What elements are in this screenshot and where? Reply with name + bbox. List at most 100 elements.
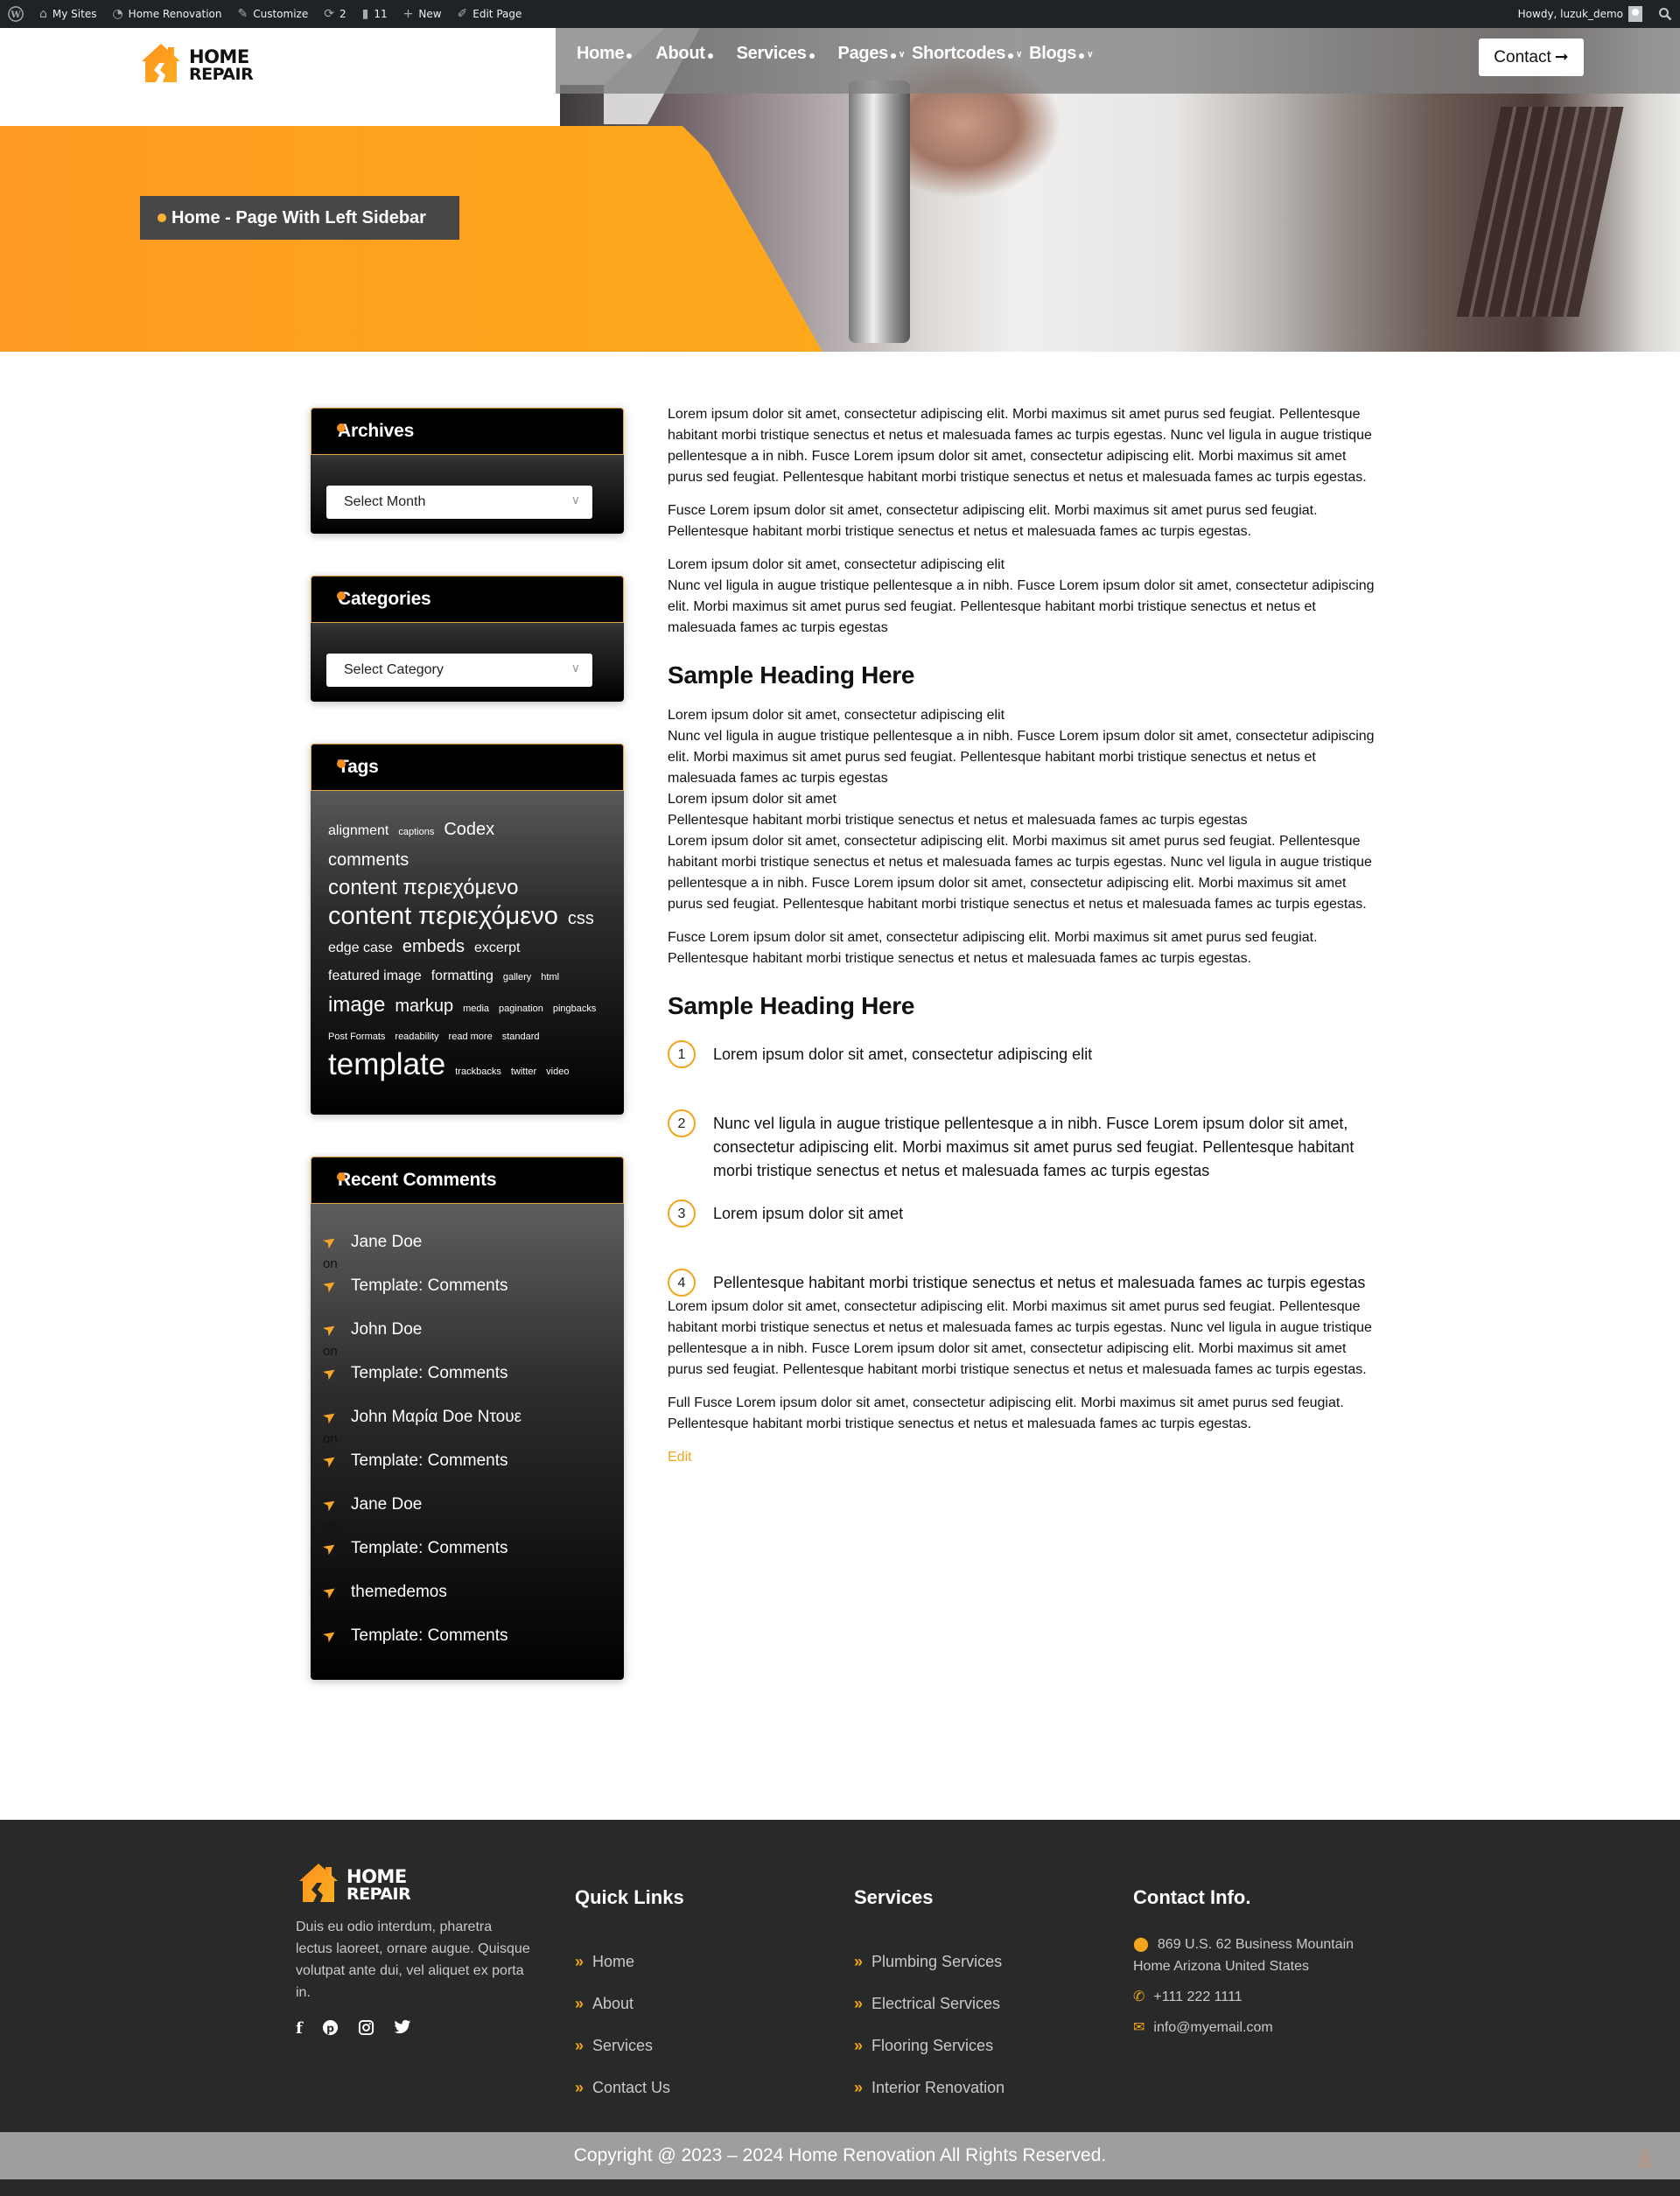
bullet-icon [337, 1172, 346, 1181]
footer-link-interior[interactable]: » Interior Renovation [854, 2067, 1004, 2109]
wordpress-icon: W [8, 6, 24, 22]
contact-phone[interactable]: ✆ +111 222 1111 [1133, 1986, 1378, 2008]
tag-link[interactable]: trackbacks [455, 1058, 501, 1086]
my-sites-menu[interactable]: ⌂ My Sites [32, 0, 104, 28]
paper-plane-icon: ➤ [318, 1405, 340, 1428]
footer-link-home[interactable]: » Home [575, 1941, 684, 1983]
categories-select[interactable]: Select Category ∨ [326, 654, 592, 687]
edit-page-label: Edit Page [472, 8, 522, 20]
paragraph-line: Lorem ipsum dolor sit amet [668, 792, 836, 807]
house-logo-icon [296, 1862, 341, 1908]
tag-link[interactable]: excerpt [474, 934, 520, 962]
nav-services[interactable]: Services [737, 44, 815, 64]
admin-search-button[interactable] [1650, 0, 1680, 28]
footer-link-electrical[interactable]: » Electrical Services [854, 1983, 1004, 2025]
nav-pages[interactable]: Pages ∨ [838, 44, 906, 64]
footer-quick-links: Quick Links » Home » About » Services » Cont… [575, 1886, 684, 2109]
site-name-menu[interactable]: ◔ Home Renovation [104, 0, 229, 28]
footer-link-services[interactable]: » Services [575, 2025, 684, 2067]
nav-home[interactable]: Home [577, 44, 633, 64]
tag-link[interactable]: css [568, 905, 594, 933]
contact-address: ⬤ 869 U.S. 62 Business Mountain Home Ariz… [1133, 1934, 1378, 1977]
list-item: 3 Lorem ipsum dolor sit amet [668, 1199, 1376, 1227]
comment-author-link[interactable]: ➤ John Μαρία Doe Ντουε [318, 1405, 624, 1429]
nav-about[interactable]: About [655, 44, 713, 64]
widget-title: Categories [338, 589, 431, 609]
tag-link[interactable]: embeds [402, 933, 465, 961]
comment-author-link[interactable]: ➤ John Doe [319, 1318, 624, 1341]
wp-logo-button[interactable]: W [0, 0, 32, 28]
comment-post-link[interactable]: ➤ Template: Comments [319, 1361, 624, 1385]
contact-email[interactable]: ✉ info@myemail.com [1133, 2017, 1378, 2039]
footer-link-flooring[interactable]: » Flooring Services [854, 2025, 1004, 2067]
search-icon [1658, 7, 1672, 21]
paper-plane-icon: ➤ [318, 1624, 340, 1647]
contact-button[interactable]: Contact ➞ [1479, 38, 1584, 76]
footer-logo[interactable]: HOME REPAIR [296, 1862, 411, 1908]
comment-author-link[interactable]: ➤ Jane Doe [319, 1493, 624, 1516]
tag-link[interactable]: pagination [499, 995, 543, 1023]
paper-plane-icon: ➤ [318, 1536, 340, 1559]
comment-post-link[interactable]: ➤ Template: Comments [319, 1274, 624, 1297]
map-pin-icon: ⬤ [1133, 1937, 1149, 1952]
site-logo[interactable]: HOME REPAIR [138, 42, 254, 88]
paragraph: Lorem ipsum dolor sit amet, consectetur … [668, 1299, 1372, 1377]
tag-link[interactable]: pingbacks [553, 995, 597, 1023]
tag-link[interactable]: read more [449, 1023, 493, 1051]
nav-shortcodes[interactable]: Shortcodes ∨ [912, 44, 1022, 64]
paragraph-line: Nunc vel ligula in augue tristique pelle… [668, 578, 1375, 635]
tag-link[interactable]: content περιεχόμενο [328, 874, 519, 902]
tag-link[interactable]: standard [502, 1023, 540, 1051]
tag-link[interactable]: markup [395, 992, 453, 1020]
tag-link[interactable]: video [546, 1058, 569, 1086]
comment-author-link[interactable]: ➤ themedemos [318, 1580, 624, 1604]
tag-link[interactable]: formatting [431, 962, 494, 990]
comment-author-link[interactable]: ➤ Jane Doe [319, 1230, 624, 1254]
tag-link[interactable]: Codex [444, 815, 494, 843]
breadcrumb: Home - Page With Left Sidebar [140, 196, 459, 240]
tag-link[interactable]: content περιεχόμενο [328, 902, 558, 930]
edit-page-link[interactable]: ✐ Edit Page [450, 0, 530, 28]
tag-link[interactable]: edge case [328, 934, 393, 962]
address-text: 869 U.S. 62 Business Mountain Home Arizo… [1133, 1937, 1354, 1974]
my-account-menu[interactable]: Howdy, luzuk_demo [1510, 0, 1650, 28]
list-number-badge: 2 [668, 1109, 696, 1137]
footer-link-about[interactable]: » About [575, 1983, 684, 2025]
instagram-icon[interactable] [358, 2019, 374, 2040]
updates-link[interactable]: ⟳ 2 [316, 0, 354, 28]
comment-post-link[interactable]: ➤ Template: Comments [318, 1624, 624, 1647]
footer-bottom-strip [0, 2179, 1680, 2196]
comments-link[interactable]: ▮ 11 [354, 0, 396, 28]
list-item: 4 Pellentesque habitant morbi tristique … [668, 1269, 1376, 1297]
facebook-icon[interactable]: f [296, 2019, 303, 2040]
tag-link[interactable]: comments [328, 846, 409, 874]
footer-link-contact-us[interactable]: » Contact Us [575, 2067, 684, 2109]
scroll-to-top-button[interactable] [1636, 2144, 1654, 2168]
widget-title: Recent Comments [338, 1170, 497, 1190]
tag-link[interactable]: gallery [503, 963, 531, 991]
customize-link[interactable]: ✎ Customize [230, 0, 317, 28]
section-heading: Sample Heading Here [668, 992, 915, 1019]
tag-link[interactable]: captions [398, 818, 434, 846]
nav-blogs[interactable]: Blogs ∨ [1029, 44, 1093, 64]
tag-link[interactable]: image [328, 991, 385, 1019]
comment-post-link[interactable]: ➤ Template: Comments [318, 1536, 624, 1560]
phone-icon: ✆ [1133, 1990, 1145, 2004]
paper-plane-icon: ➤ [318, 1580, 340, 1603]
twitter-icon[interactable] [394, 2019, 411, 2040]
archives-month-select[interactable]: Select Month ∨ [326, 486, 592, 519]
arrow-right-icon: ➞ [1554, 48, 1569, 66]
pinterest-icon[interactable]: p [322, 2019, 339, 2040]
tag-link[interactable]: twitter [511, 1058, 536, 1086]
tag-link[interactable]: html [541, 963, 559, 991]
select-value: Select Month [344, 494, 426, 509]
footer-link-plumbing[interactable]: » Plumbing Services [854, 1941, 1004, 1983]
tag-link[interactable]: featured image [328, 962, 422, 990]
tag-link[interactable]: media [463, 995, 489, 1023]
tag-link[interactable]: template [328, 1049, 445, 1080]
tag-link[interactable]: alignment [328, 817, 388, 845]
comment-post-link[interactable]: ➤ Template: Comments [319, 1449, 624, 1472]
new-content-menu[interactable]: + New [396, 0, 450, 28]
edit-link[interactable]: Edit [668, 1450, 692, 1465]
